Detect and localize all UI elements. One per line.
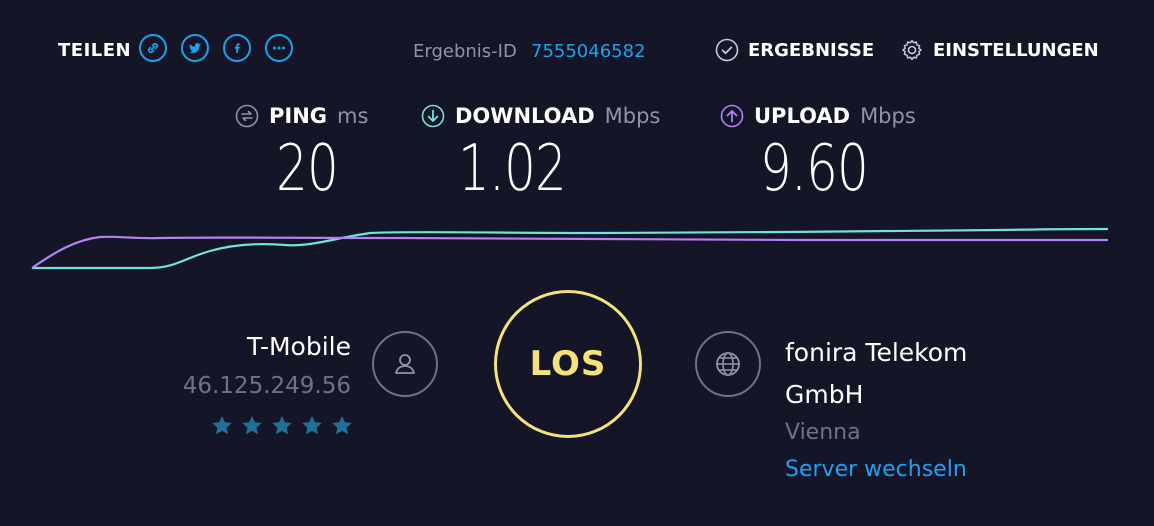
results-button[interactable]: ERGEBNISSE: [715, 38, 874, 62]
result-id-label: Ergebnis-ID: [413, 41, 517, 62]
star-icon[interactable]: [300, 414, 324, 438]
star-icon[interactable]: [270, 414, 294, 438]
speed-graph: [31, 227, 1109, 270]
results-label: ERGEBNISSE: [748, 39, 875, 61]
ping-unit: ms: [337, 104, 369, 128]
upload-icon: [720, 104, 744, 128]
upload-curve: [31, 235, 1108, 269]
check-circle-icon: [715, 38, 739, 62]
isp-name: T-Mobile: [246, 332, 351, 361]
result-id-link[interactable]: 7555046582: [531, 41, 646, 62]
more-icon[interactable]: [265, 34, 293, 62]
server-location: Vienna: [785, 420, 861, 445]
download-value: 1.02: [458, 132, 567, 206]
ping-icon: [235, 104, 259, 128]
server-name: fonira Telekom GmbH: [785, 338, 968, 409]
ping-header: PING ms: [235, 104, 368, 128]
upload-header: UPLOAD Mbps: [720, 104, 916, 128]
change-server-link[interactable]: Server wechseln: [785, 457, 967, 482]
download-icon: [421, 104, 445, 128]
download-label: DOWNLOAD: [455, 104, 595, 128]
link-icon[interactable]: [139, 34, 167, 62]
gear-icon: [902, 39, 922, 61]
star-icon[interactable]: [210, 414, 234, 438]
facebook-icon[interactable]: [223, 34, 251, 62]
download-unit: Mbps: [604, 104, 661, 128]
ping-value: 20: [276, 132, 339, 206]
settings-button[interactable]: EINSTELLUNGEN: [900, 38, 1099, 62]
twitter-icon[interactable]: [181, 34, 209, 62]
globe-icon: [695, 331, 761, 397]
download-header: DOWNLOAD Mbps: [421, 104, 660, 128]
settings-label: EINSTELLUNGEN: [933, 39, 1099, 61]
user-icon: [372, 331, 438, 397]
ping-label: PING: [269, 104, 328, 128]
go-button[interactable]: LOS: [494, 290, 642, 438]
isp-rating[interactable]: [210, 414, 354, 438]
share-label: TEILEN: [58, 40, 132, 61]
star-icon[interactable]: [240, 414, 264, 438]
isp-ip: 46.125.249.56: [182, 373, 351, 399]
upload-value: 9.60: [760, 132, 869, 206]
download-curve: [32, 227, 1109, 270]
star-icon[interactable]: [330, 414, 354, 438]
upload-unit: Mbps: [860, 104, 916, 128]
upload-label: UPLOAD: [754, 104, 851, 128]
